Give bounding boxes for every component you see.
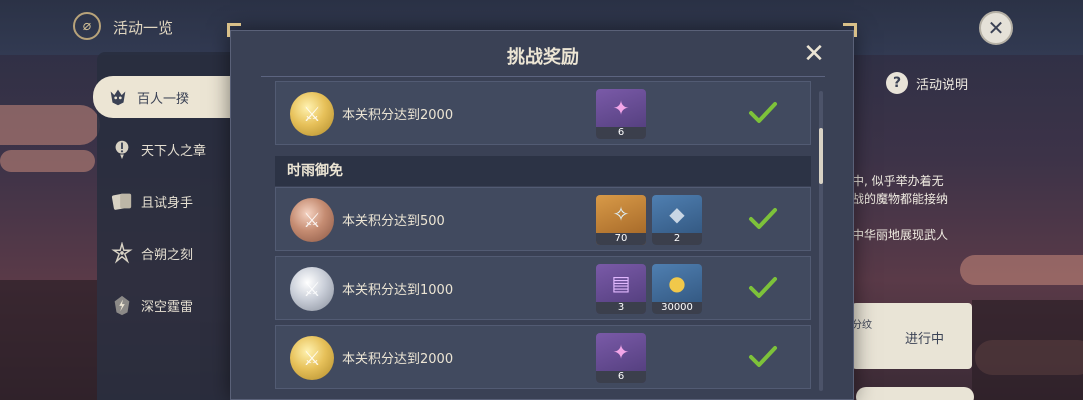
background-building [0,280,97,400]
sidebar-item-label: 天下人之章 [141,143,207,159]
event-description-line: 中华丽地展现武人 [852,228,949,242]
mora-icon: ● [668,271,686,295]
sidebar-item-label: 深空霆雷 [141,299,194,315]
crystal-icon: ✦ [612,96,630,120]
reward-count: 3 [596,302,646,314]
list-scrollbar-thumb[interactable] [819,128,823,184]
background-cloud [960,255,1083,285]
reward-item[interactable]: ▤ 3 [596,264,646,314]
event-help-button[interactable]: ? 活动说明 [886,72,968,94]
claimed-check-icon [749,208,777,229]
event-action-button[interactable] [856,387,974,400]
sidebar-item-label: 百人一揆 [137,91,190,107]
reward-count: 6 [596,371,646,383]
status-badge: 进行中 [905,332,945,347]
claimed-check-icon [749,346,777,367]
event-sidebar: 百人一揆 天下人之章 且试身手 合朔之刻 深空霆雷 [93,52,233,400]
rewards-list[interactable]: ⚔ 本关积分达到2000 ✦ 6 时雨御免 ⚔ 本关积分达到500 ✧ 70 ◆… [275,81,811,400]
page-title: 活动一览 [113,19,174,37]
gold-medal-icon: ⚔ [290,336,334,380]
reward-row: ⚔ 本关积分达到1000 ▤ 3 ● 30000 [275,256,811,320]
sidebar-item-event-2[interactable]: 天下人之章 [97,128,233,170]
reward-condition: 本关积分达到2000 [342,352,454,367]
reward-item[interactable]: ✦ 6 [596,333,646,383]
background-cloud [0,105,100,145]
help-icon: ? [886,72,908,94]
reward-condition: 本关积分达到1000 [342,283,454,298]
challenge-rewards-dialog: 挑战奖励 ✕ ⚔ 本关积分达到2000 ✦ 6 时雨御免 ⚔ 本关积分达到500… [227,23,857,400]
claimed-check-icon [749,102,777,123]
sidebar-item-label: 且试身手 [141,195,194,211]
ore-icon: ◆ [669,202,685,226]
oni-mask-icon [110,89,126,106]
talent-book-icon: ▤ [611,271,631,295]
reward-count: 70 [596,233,646,245]
flower-icon [111,242,133,264]
sidebar-item-event-1[interactable]: 百人一揆 [93,76,233,118]
reward-row: ⚔ 本关积分达到2000 ✦ 6 [275,81,811,145]
bronze-medal-icon: ⚔ [290,198,334,242]
events-logo-icon: ⌀ [73,12,101,40]
claimed-check-icon [749,277,777,298]
sidebar-item-label: 合朔之刻 [141,247,194,263]
background-cloud [0,150,95,172]
reward-condition: 本关积分达到500 [342,214,445,229]
sidebar-item-event-4[interactable]: 合朔之刻 [97,232,233,274]
crystal-icon: ✦ [612,340,630,364]
warning-icon [115,140,129,160]
background-building [972,300,1083,400]
reward-item[interactable]: ● 30000 [652,264,702,314]
reward-row: ⚔ 本关积分达到500 ✧ 70 ◆ 2 [275,187,811,251]
sidebar-item-event-3[interactable]: 且试身手 [97,180,233,222]
silver-medal-icon: ⚔ [290,267,334,311]
close-dialog-button[interactable]: ✕ [801,41,827,67]
event-description-line: 战的魔物都能接纳 [852,192,949,206]
title-divider [261,76,825,77]
corner-ornament [227,23,241,37]
section-header: 时雨御免 [275,156,811,186]
close-events-button[interactable]: ✕ [979,11,1013,45]
reward-item[interactable]: ✧ 70 [596,195,646,245]
reward-item[interactable]: ✦ 6 [596,89,646,139]
reward-row: ⚔ 本关积分达到2000 ✦ 6 [275,325,811,389]
status-caption: 分纹 [852,320,872,331]
sidebar-item-event-5[interactable]: 深空霆雷 [97,284,233,326]
star-fragment-icon: ✧ [612,202,630,226]
reward-count: 30000 [652,302,702,314]
dialog-title: 挑战奖励 [507,47,579,68]
thunder-icon [114,295,130,316]
cards-icon [111,193,132,210]
gold-medal-icon: ⚔ [290,92,334,136]
help-label: 活动说明 [916,77,969,93]
corner-ornament [843,23,857,37]
reward-count: 6 [596,127,646,139]
reward-count: 2 [652,233,702,245]
event-description-line: 中, 似乎举办着无 [852,174,944,188]
reward-condition: 本关积分达到2000 [342,108,454,123]
reward-item[interactable]: ◆ 2 [652,195,702,245]
